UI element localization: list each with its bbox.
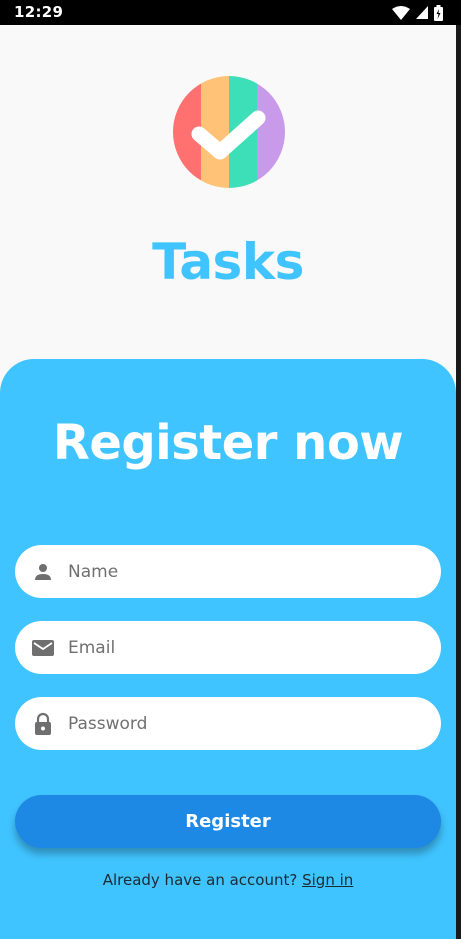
password-input[interactable]	[68, 697, 421, 750]
status-icons	[392, 4, 443, 21]
email-field[interactable]	[15, 621, 441, 674]
email-input[interactable]	[68, 621, 421, 674]
status-bar: 12:29	[0, 0, 461, 25]
screen-edge	[456, 25, 461, 939]
register-panel: Register now Register Al	[0, 359, 456, 939]
mail-icon	[32, 640, 54, 656]
signin-prompt-text: Already have an account?	[102, 871, 298, 889]
register-button[interactable]: Register	[15, 795, 441, 848]
name-input[interactable]	[68, 545, 421, 598]
lock-icon	[35, 712, 51, 735]
app-logo-icon	[173, 76, 285, 188]
signin-prompt: Already have an account? Sign in	[0, 871, 456, 889]
password-field[interactable]	[15, 697, 441, 750]
battery-icon	[434, 4, 443, 21]
name-field[interactable]	[15, 545, 441, 598]
person-icon	[35, 564, 51, 580]
screen: Tasks Register now Register	[0, 25, 456, 939]
status-time: 12:29	[14, 3, 64, 21]
register-title: Register now	[52, 415, 404, 471]
signal-icon	[416, 6, 428, 19]
wifi-icon	[392, 5, 410, 20]
app-title: Tasks	[152, 233, 304, 291]
signin-link[interactable]: Sign in	[302, 871, 353, 889]
